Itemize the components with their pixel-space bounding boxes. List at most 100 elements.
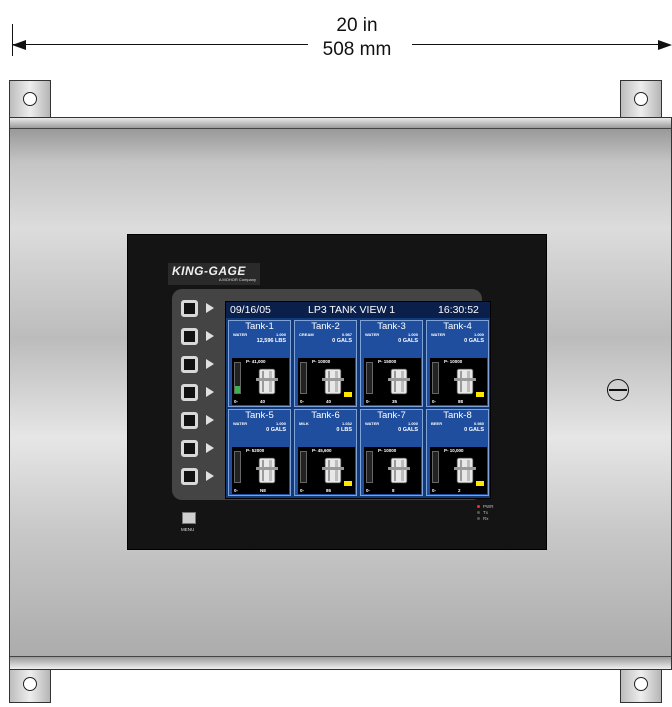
tank-icon xyxy=(322,457,344,484)
function-key-1[interactable] xyxy=(181,300,198,317)
level-bar-fill xyxy=(235,385,240,393)
menu-icon[interactable] xyxy=(182,512,196,524)
tank-sg: 1.000 xyxy=(275,332,286,337)
gauge-min: 0- xyxy=(300,488,305,493)
tank-product: CREAM xyxy=(299,332,314,337)
tank-name: Tank-2 xyxy=(311,321,340,332)
dimension-imperial: 20 in xyxy=(336,15,378,36)
gauge-unit: 86 xyxy=(326,488,332,493)
gauge-unit: 8 xyxy=(392,488,395,493)
tank-level: 0 GALS xyxy=(266,427,286,433)
tank-tile[interactable]: Tank-5 WATER 1.000 0 GALS P- 52000 0- NE xyxy=(228,409,291,496)
gauge-min: 0- xyxy=(300,399,305,404)
circle-hole-icon xyxy=(23,92,37,106)
tank-product: WATER xyxy=(431,332,446,337)
brand-subtitle: A MOHOR Company xyxy=(218,277,256,282)
gauge-max: P- 10,000 xyxy=(444,448,464,453)
tank-gauge: P- 10,000 0- 2 xyxy=(430,447,487,494)
tank-tile[interactable]: Tank-4 WATER 1.000 0 GALS P- 10000 0- 88 xyxy=(426,320,489,407)
function-key-7[interactable] xyxy=(181,468,198,485)
level-bar xyxy=(234,362,241,394)
gauge-min: 0- xyxy=(234,488,239,493)
gauge-min: 0- xyxy=(366,488,371,493)
screen-time: 16:30:52 xyxy=(438,304,479,316)
gauge-max: P- 15000 xyxy=(378,359,397,364)
gauge-max: P- 10000 xyxy=(312,359,331,364)
tank-product: WATER xyxy=(233,421,248,426)
screen-date: 09/16/05 xyxy=(230,304,271,316)
mounting-tab-bottom-right xyxy=(620,665,662,703)
gauge-min: 0- xyxy=(234,399,239,404)
circle-hole-icon xyxy=(634,92,648,106)
tank-name: Tank-7 xyxy=(377,410,406,421)
menu-label: MENU xyxy=(181,527,195,532)
tank-sg: 0.987 xyxy=(341,332,352,337)
tank-product: WATER xyxy=(365,332,380,337)
tank-tile[interactable]: Tank-1 WATER 1.000 12,596 LBS P- 41,000 0- 40 xyxy=(228,320,291,407)
tank-gauge: P- 52000 0- NE xyxy=(232,447,289,494)
tank-tile[interactable]: Tank-7 WATER 1.000 0 GALS P- 10000 0- 8 xyxy=(360,409,423,496)
tank-icon xyxy=(322,368,344,395)
dimension-line-left xyxy=(12,44,308,45)
level-bar xyxy=(300,362,307,394)
gauge-unit: NE xyxy=(260,488,267,493)
tank-product: WATER xyxy=(233,332,248,337)
arrow-right-icon xyxy=(658,40,672,50)
level-bar xyxy=(366,362,373,394)
gauge-max: P- 45,600 xyxy=(312,448,332,453)
indicator-icon xyxy=(344,392,352,397)
tank-name: Tank-6 xyxy=(311,410,340,421)
tank-sg: 1.000 xyxy=(407,332,418,337)
tank-name: Tank-4 xyxy=(443,321,472,332)
tank-sg: 0.980 xyxy=(473,421,484,426)
tank-tile[interactable]: Tank-6 MILK 1.032 0 LBS P- 45,600 0- 86 xyxy=(294,409,357,496)
tank-name: Tank-1 xyxy=(245,321,274,332)
indicator-icon xyxy=(476,481,484,486)
circle-hole-icon xyxy=(23,677,37,691)
level-bar xyxy=(300,451,307,483)
tank-name: Tank-3 xyxy=(377,321,406,332)
screen-title: LP3 TANK VIEW 1 xyxy=(308,304,396,316)
tank-gauge: P- 10000 0- 40 xyxy=(298,358,355,405)
tank-level: 0 GALS xyxy=(464,427,484,433)
function-key-6[interactable] xyxy=(181,440,198,457)
tank-level: 0 GALS xyxy=(398,427,418,433)
gauge-max: P- 52000 xyxy=(246,448,265,453)
tank-level: 0 LBS xyxy=(336,427,352,433)
arrow-right-icon xyxy=(206,359,214,369)
gauge-unit: 40 xyxy=(326,399,332,404)
gauge-max: P- 10000 xyxy=(378,448,397,453)
hmi-bezel: KING-GAGE A MOHOR Company 09/16/05 LP3 T… xyxy=(127,234,547,550)
tank-tile[interactable]: Tank-2 CREAM 0.987 0 GALS P- 10000 0- 40 xyxy=(294,320,357,407)
tank-gauge: P- 10000 0- 8 xyxy=(364,447,421,494)
function-key-5[interactable] xyxy=(181,412,198,429)
arrow-right-icon xyxy=(206,387,214,397)
tank-tile[interactable]: Tank-3 WATER 1.000 0 GALS P- 15000 0- 35 xyxy=(360,320,423,407)
tank-product: BEER xyxy=(431,421,443,426)
gauge-max: P- 10000 xyxy=(444,359,463,364)
tank-tile[interactable]: Tank-8 BEER 0.980 0 GALS P- 10,000 0- 2 xyxy=(426,409,489,496)
indicator-icon xyxy=(476,392,484,397)
enclosure-lip-bottom xyxy=(10,656,671,669)
function-key-4[interactable] xyxy=(181,384,198,401)
function-key-3[interactable] xyxy=(181,356,198,373)
arrow-right-icon xyxy=(206,303,214,313)
tank-sg: 1.000 xyxy=(407,421,418,426)
mounting-tab-top-left xyxy=(9,80,51,118)
gauge-min: 0- xyxy=(432,399,437,404)
tank-gauge: P- 10000 0- 88 xyxy=(430,358,487,405)
tank-icon xyxy=(256,368,278,395)
gauge-unit: 2 xyxy=(458,488,461,493)
latch-icon[interactable] xyxy=(607,379,629,401)
dimension-metric: 508 mm xyxy=(322,39,392,60)
gauge-unit: 35 xyxy=(392,399,398,404)
brand-name: KING-GAGE xyxy=(172,264,246,278)
function-key-2[interactable] xyxy=(181,328,198,345)
tank-product: MILK xyxy=(299,421,309,426)
tank-icon xyxy=(256,457,278,484)
mounting-tab-top-right xyxy=(620,80,662,118)
level-bar xyxy=(366,451,373,483)
tank-level: 0 GALS xyxy=(464,338,484,344)
status-rx: Rx xyxy=(477,516,494,522)
tank-icon xyxy=(388,368,410,395)
